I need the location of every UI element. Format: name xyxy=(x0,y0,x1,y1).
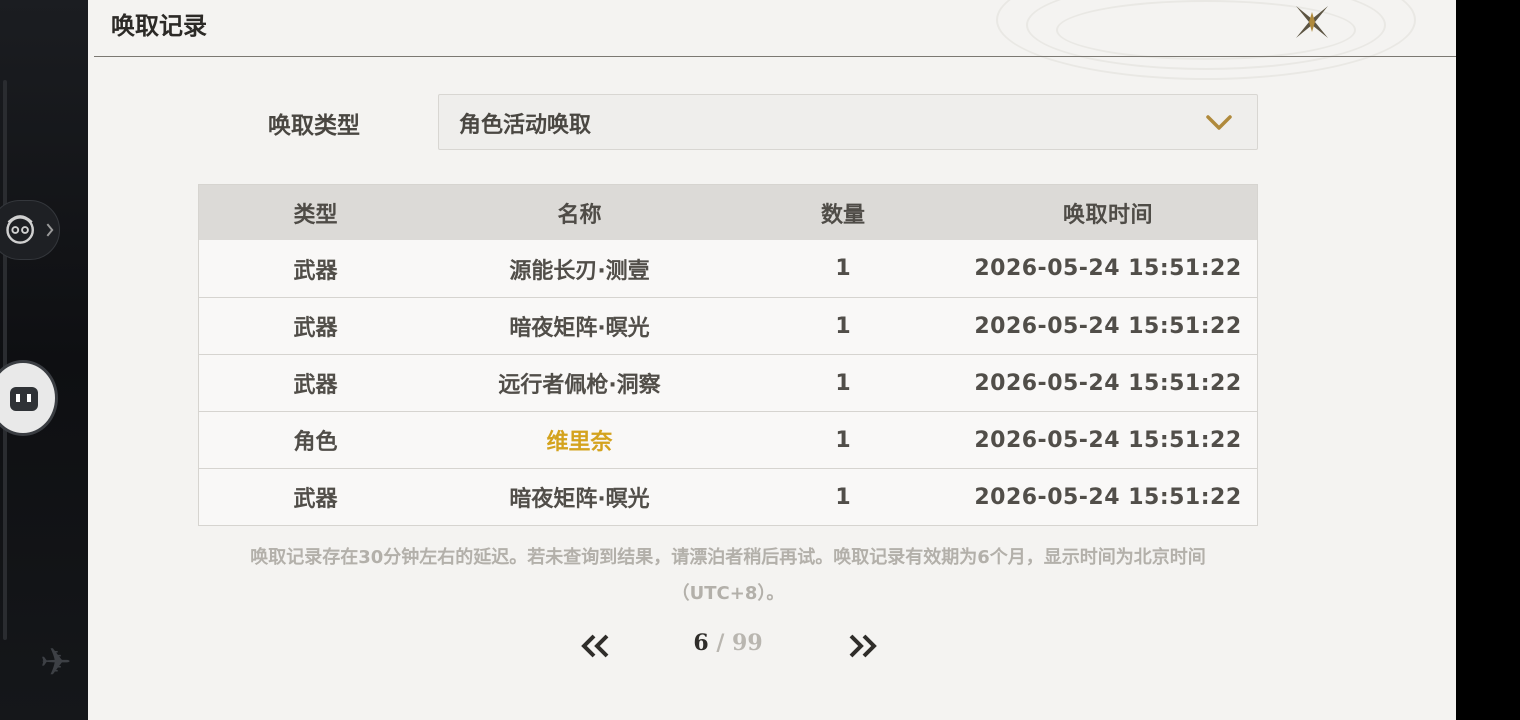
character-avatar-button[interactable] xyxy=(0,200,60,260)
cell-count: 1 xyxy=(835,427,851,453)
table-row: 武器 暗夜矩阵·暝光 1 2026-05-24 15:51:22 xyxy=(199,468,1257,525)
close-x-icon xyxy=(1296,6,1328,38)
panel-header: 唤取记录 xyxy=(94,0,1456,57)
gacha-history-panel: 唤取记录 唤取类型 角色活动唤取 类型 名称 数量 唤取时间 武器 源能长刃·测… xyxy=(88,0,1456,720)
cell-type: 武器 xyxy=(293,258,338,284)
total-pages: 99 xyxy=(732,630,763,656)
cell-count: 1 xyxy=(835,484,851,510)
page-title: 唤取记录 xyxy=(111,12,207,40)
cell-type: 武器 xyxy=(293,487,338,512)
column-header-count: 数量 xyxy=(820,202,865,228)
column-header-time: 唤取时间 xyxy=(1062,202,1153,228)
cell-name-highlighted: 维里奈 xyxy=(546,430,613,455)
cell-name: 源能长刃·测壹 xyxy=(509,258,650,284)
cell-time: 2026-05-24 15:51:22 xyxy=(974,313,1242,339)
double-chevron-right-icon xyxy=(849,634,877,658)
character-face-icon xyxy=(6,215,54,244)
table-row: 武器 源能长刃·测壹 1 2026-05-24 15:51:22 xyxy=(199,240,1257,297)
current-page: 6 xyxy=(693,630,709,656)
delay-notice: 唤取记录存在30分钟左右的延迟。若未查询到结果，请漂泊者稍后再试。唤取记录有效期… xyxy=(250,547,1206,604)
plane-icon: ✈ xyxy=(40,640,72,684)
next-page-button[interactable] xyxy=(844,626,880,666)
game-background-right xyxy=(1456,0,1520,720)
double-chevron-left-icon xyxy=(581,634,609,658)
table-body: 武器 源能长刃·测壹 1 2026-05-24 15:51:22 武器 暗夜矩阵… xyxy=(199,240,1257,525)
column-header-name: 名称 xyxy=(557,202,602,228)
table-header-row: 类型 名称 数量 唤取时间 xyxy=(199,185,1257,240)
cell-time: 2026-05-24 15:51:22 xyxy=(974,256,1242,281)
cell-count: 1 xyxy=(835,313,851,339)
pagination: 6 / 99 xyxy=(578,626,878,670)
cell-name: 远行者佩枪·洞察 xyxy=(498,373,661,398)
cell-time: 2026-05-24 15:51:22 xyxy=(974,427,1242,453)
table-row: 武器 暗夜矩阵·暝光 1 2026-05-24 15:51:22 xyxy=(199,297,1257,354)
cell-count: 1 xyxy=(835,256,851,281)
prev-page-button[interactable] xyxy=(578,626,614,666)
gacha-type-dropdown[interactable]: 角色活动唤取 xyxy=(438,94,1258,150)
side-rail xyxy=(3,80,7,640)
table-row: 武器 远行者佩枪·洞察 1 2026-05-24 15:51:22 xyxy=(199,354,1257,411)
cell-name: 暗夜矩阵·暝光 xyxy=(509,487,650,512)
cell-name: 暗夜矩阵·暝光 xyxy=(509,316,650,341)
page-separator: / xyxy=(716,630,725,656)
chevron-down-icon xyxy=(1206,115,1232,130)
close-button[interactable] xyxy=(1292,2,1332,42)
game-background-left: ✈ xyxy=(0,0,88,720)
cell-type: 武器 xyxy=(293,316,338,341)
table-row: 角色 维里奈 1 2026-05-24 15:51:22 xyxy=(199,411,1257,468)
assistant-bot-button[interactable] xyxy=(0,360,58,436)
cell-type: 武器 xyxy=(293,373,338,398)
bot-icon xyxy=(10,387,38,411)
history-table: 类型 名称 数量 唤取时间 武器 源能长刃·测壹 1 2026-05-24 15… xyxy=(198,184,1258,526)
cell-count: 1 xyxy=(835,370,851,396)
cell-time: 2026-05-24 15:51:22 xyxy=(974,484,1242,510)
page-indicator: 6 / 99 xyxy=(688,630,768,656)
cell-type: 角色 xyxy=(293,430,338,455)
column-header-type: 类型 xyxy=(293,202,338,228)
gacha-type-selected: 角色活动唤取 xyxy=(459,113,592,138)
cell-time: 2026-05-24 15:51:22 xyxy=(974,370,1242,396)
gacha-type-label: 唤取类型 xyxy=(268,113,360,139)
